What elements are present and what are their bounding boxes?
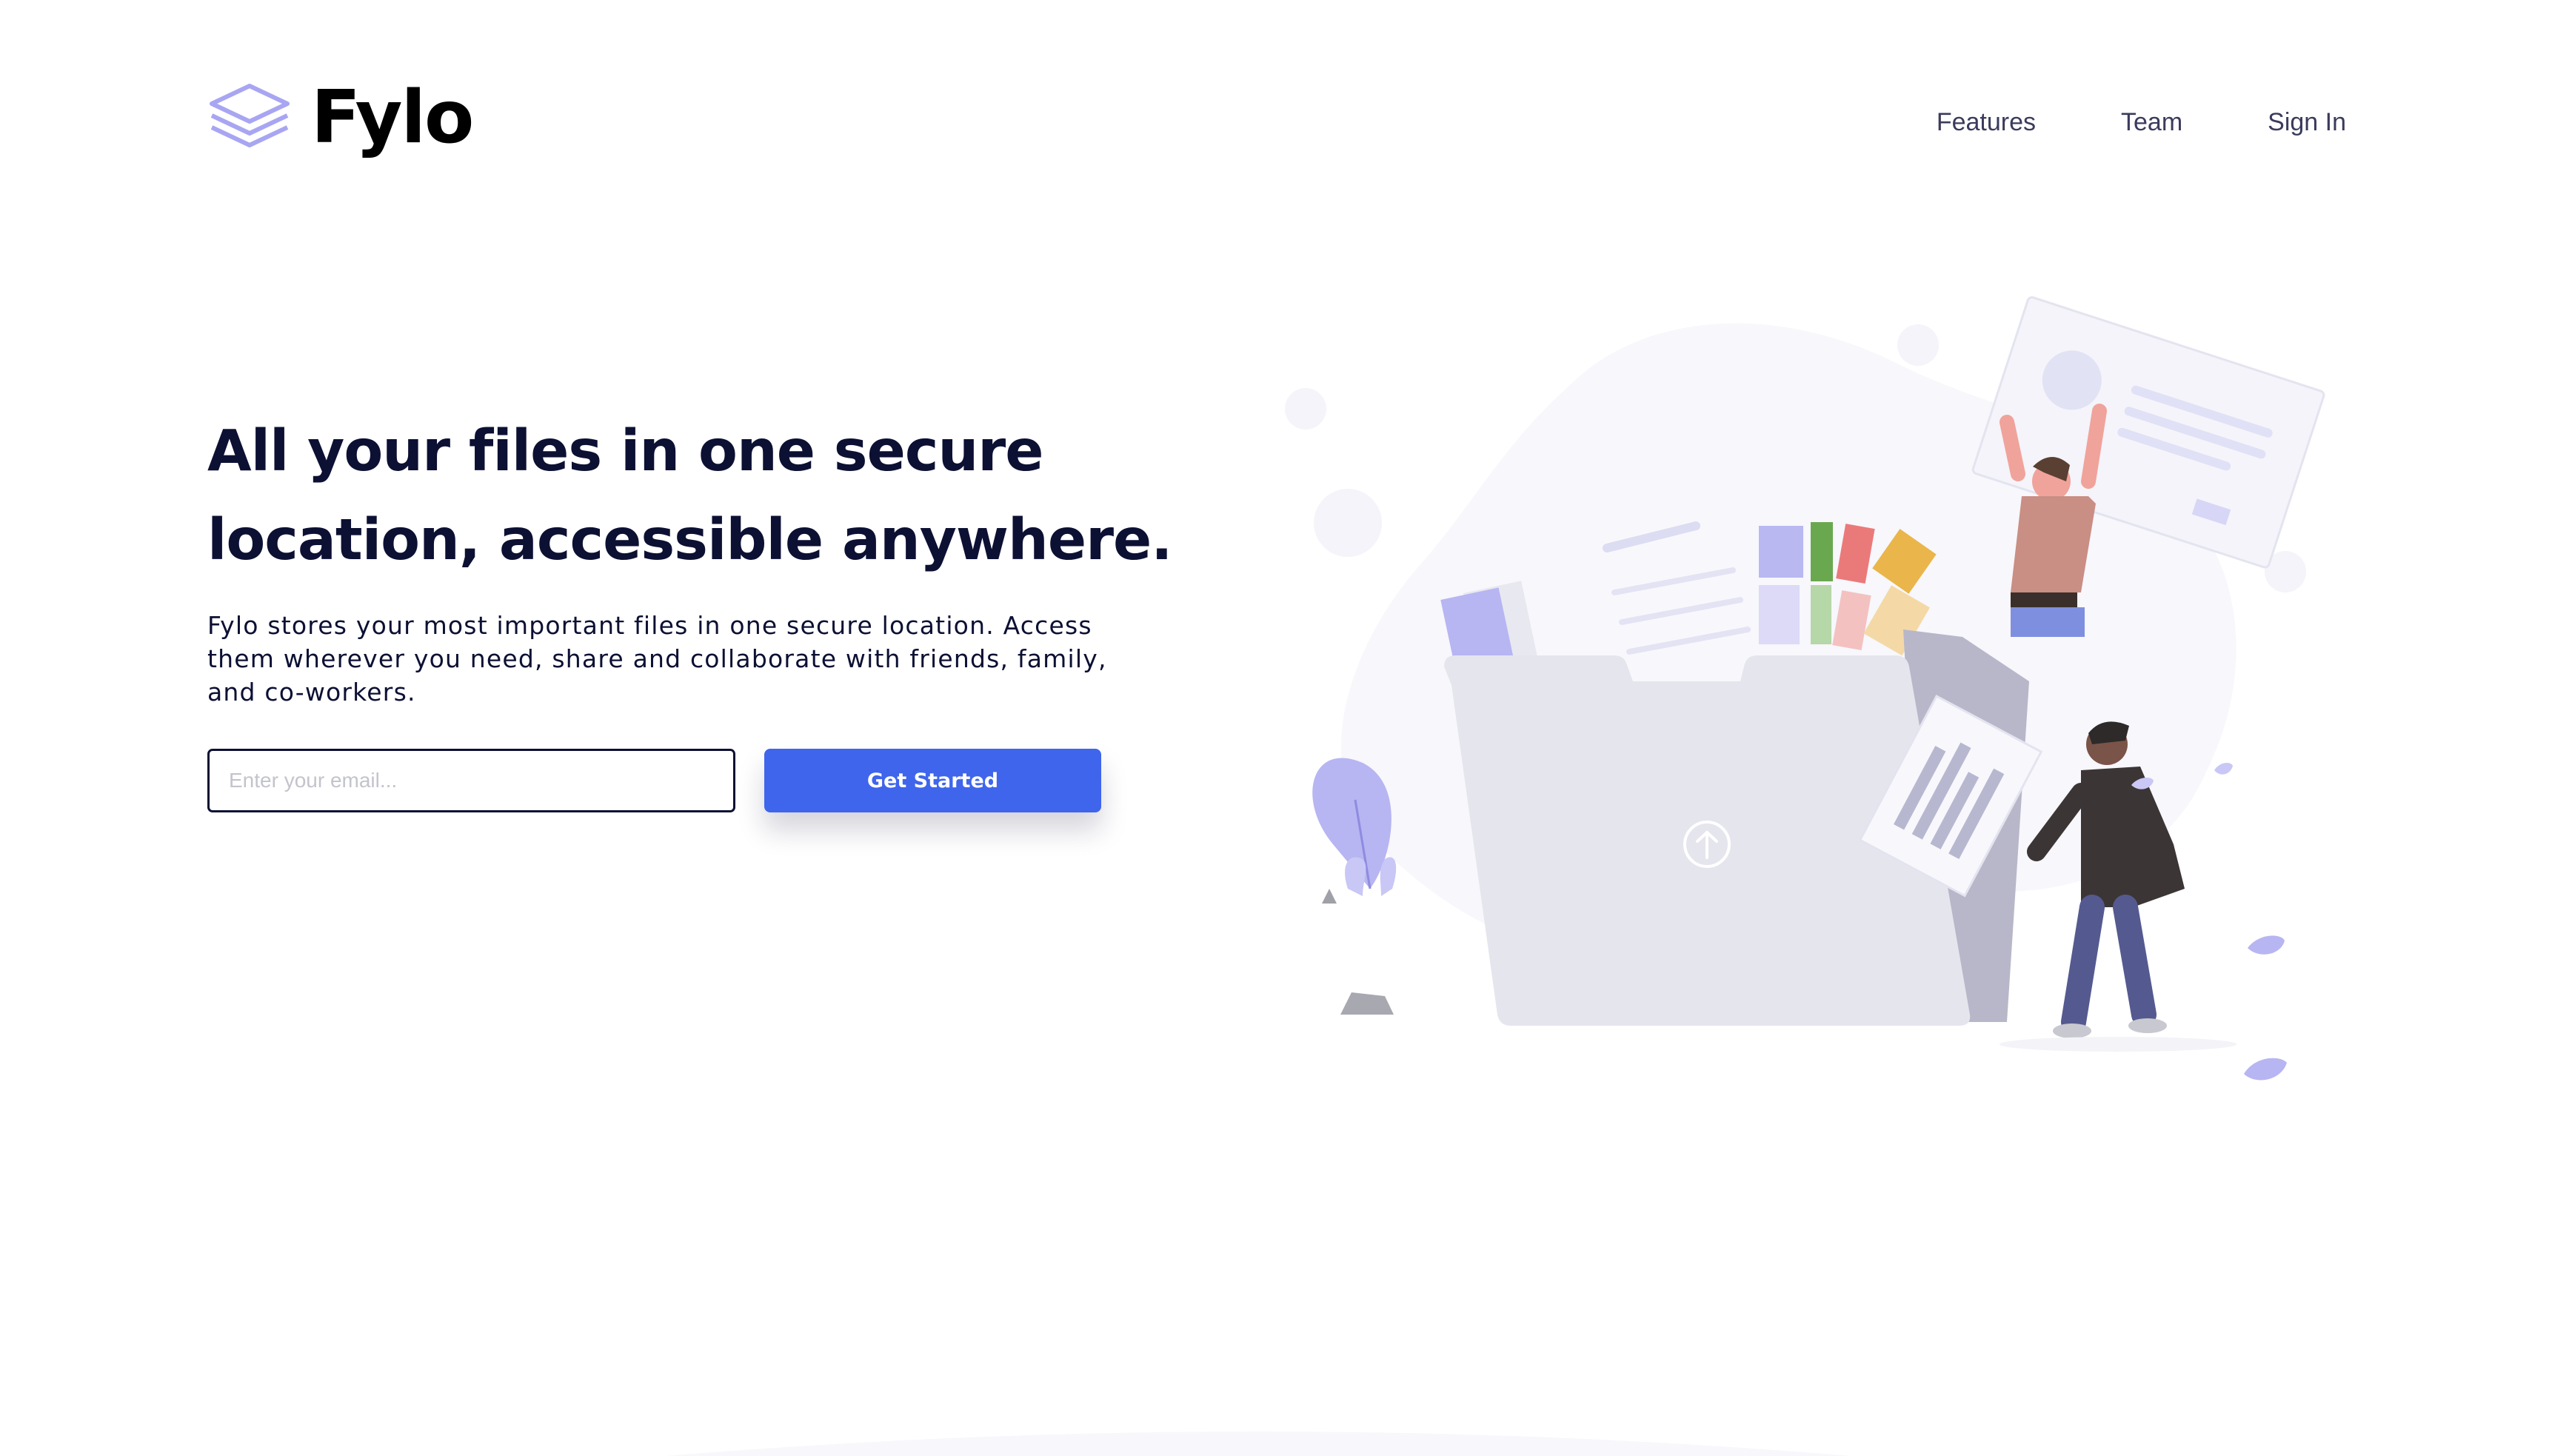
- email-input[interactable]: [207, 749, 735, 812]
- leaf: [2248, 935, 2285, 955]
- get-started-button[interactable]: Get Started: [764, 749, 1101, 812]
- bubble: [1897, 324, 1939, 366]
- rock: [1340, 992, 1394, 1015]
- layers-stack-icon: [210, 84, 290, 147]
- hero-description: Fylo stores your most important files in…: [207, 611, 1107, 707]
- nav-team-link[interactable]: Team: [2121, 108, 2182, 137]
- nav-sign-in-link[interactable]: Sign In: [2268, 108, 2346, 137]
- bubble: [1314, 489, 1382, 557]
- hero-headline: All your files in one secure location, a…: [207, 418, 1173, 573]
- brand-logo[interactable]: Fylo: [207, 76, 474, 160]
- leaf: [2244, 1058, 2287, 1081]
- bottom-curve: [667, 1432, 1851, 1456]
- brand-name: Fylo: [311, 76, 474, 160]
- nav-features-link[interactable]: Features: [1937, 108, 2036, 137]
- top-nav: Features Team Sign In: [1937, 108, 2346, 137]
- landing-page: Fylo Features Team Sign In All your file…: [0, 0, 2549, 1456]
- leaf: [2214, 763, 2233, 775]
- bubble: [1285, 388, 1326, 430]
- hero-illustration: [1285, 296, 2325, 1081]
